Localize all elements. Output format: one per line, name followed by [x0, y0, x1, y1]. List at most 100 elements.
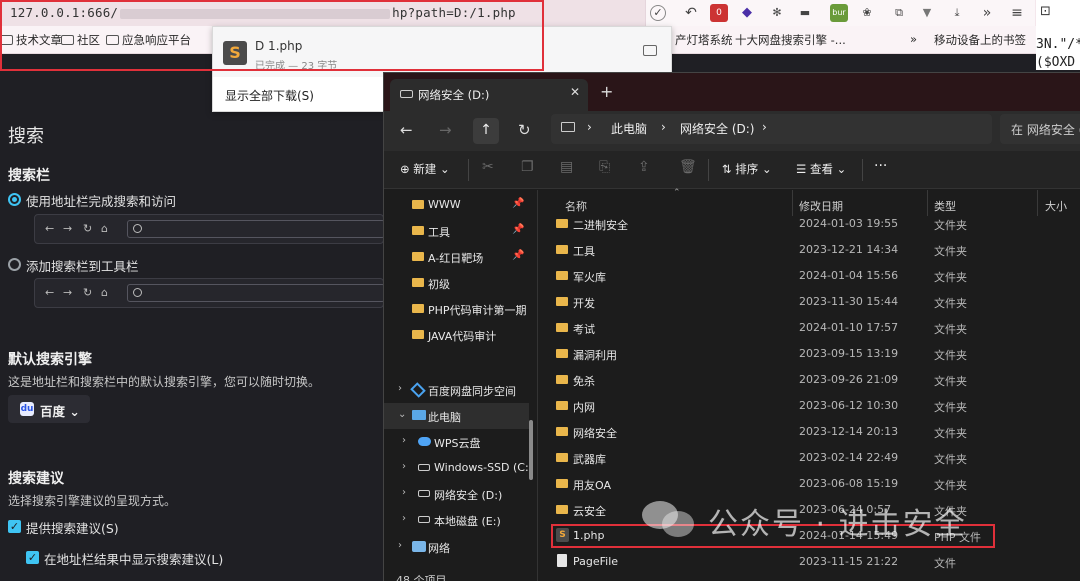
lock-icon: ⊡ — [1040, 4, 1051, 19]
new-button[interactable]: ⊕ 新建 ⌄ — [400, 161, 450, 177]
breadcrumb-this-pc[interactable]: 此电脑 — [611, 120, 647, 137]
chevron-right-icon[interactable]: › — [762, 120, 767, 134]
explorer-navbar: ← → ↑ ↻ › 此电脑 › 网络安全 (D:) › 在 网络安全 ( — [384, 111, 1080, 151]
file-row[interactable]: 漏洞利用 2023-09-15 13:19 文件夹 — [539, 341, 1080, 367]
preview-url-field — [127, 220, 385, 238]
radio-address-bar[interactable] — [8, 193, 21, 206]
open-folder-icon[interactable] — [643, 45, 657, 56]
download-icon[interactable]: ⤓ — [948, 4, 966, 22]
cut-icon[interactable]: ✂ — [482, 159, 494, 175]
file-row[interactable]: 二进制安全 2024-01-03 19:55 文件夹 — [539, 211, 1080, 237]
share-icon[interactable]: ⇪ — [638, 159, 650, 175]
close-tab-icon[interactable]: ✕ — [570, 85, 580, 99]
nav-item-network[interactable]: › 网络 — [384, 534, 529, 560]
nav-item-www[interactable]: WWW 📌 — [384, 192, 529, 218]
puzzle-icon[interactable]: ⧉ — [890, 4, 908, 22]
flower-icon[interactable]: ❀ — [858, 4, 876, 22]
explorer-tab[interactable]: 网络安全 (D:) ✕ — [390, 79, 588, 111]
back-icon[interactable]: ← — [400, 121, 413, 139]
nav-item-this-pc[interactable]: ⌄ 此电脑 — [384, 403, 529, 429]
bookmarks-overflow-icon[interactable]: » — [910, 32, 917, 46]
overflow-chevron-icon[interactable]: » — [978, 4, 996, 22]
engine-select[interactable]: du 百度 ⌄ — [8, 395, 90, 423]
show-in-address-label: 在地址栏结果中显示搜索建议(L) — [44, 552, 224, 567]
nav-item-wps[interactable]: › WPS云盘 — [384, 429, 529, 455]
nav-item-java-audit[interactable]: JAVA代码审计 — [384, 322, 529, 348]
show-all-downloads[interactable]: 显示全部下载(S) — [225, 87, 314, 104]
more-options-icon[interactable]: ··· — [874, 158, 887, 174]
explorer-address-bar[interactable]: › 此电脑 › 网络安全 (D:) › — [551, 114, 992, 144]
file-row[interactable]: 内网 2023-06-12 10:30 文件夹 — [539, 393, 1080, 419]
highlight-url-box — [0, 0, 544, 71]
nav-pane-scrollbar[interactable] — [529, 420, 533, 480]
copy-icon[interactable]: ❐ — [521, 159, 534, 175]
file-row[interactable]: PageFile 2023-11-15 21:22 文件 — [539, 549, 1080, 575]
checkbox-show-in-address[interactable]: ✓ — [26, 551, 39, 564]
pin-icon: 📌 — [512, 198, 525, 209]
back-arrow-icon[interactable]: ↶ — [682, 4, 700, 22]
forward-icon: → — [63, 286, 73, 299]
folder-icon — [412, 278, 424, 287]
refresh-icon[interactable]: ↻ — [518, 121, 531, 139]
burp-icon[interactable]: bur — [830, 4, 848, 22]
explorer-search[interactable]: 在 网络安全 ( — [1000, 114, 1080, 144]
nav-item-drive-c[interactable]: › Windows-SSD (C:) — [384, 455, 533, 481]
view-button[interactable]: ☰ 查看 ⌄ — [796, 161, 846, 177]
triangle-icon[interactable]: ▼ — [918, 4, 936, 22]
nav-item-baidu-sync[interactable]: › 百度网盘同步空间 — [384, 377, 529, 403]
folder-icon — [556, 219, 568, 228]
sort-button[interactable]: ⇅ 排序 ⌄ — [722, 161, 772, 177]
delete-icon[interactable]: 🗑 — [679, 159, 697, 175]
address-bar-preview: ← → ↻ ⌂ — [34, 214, 385, 244]
radio-toolbar[interactable] — [8, 258, 21, 271]
gear-ext-icon[interactable]: ✻ — [768, 4, 786, 22]
drive-icon — [418, 516, 430, 523]
file-row[interactable]: 考试 2024-01-10 17:57 文件夹 — [539, 315, 1080, 341]
up-icon[interactable]: ↑ — [473, 118, 499, 144]
paste-icon[interactable]: ▤ — [560, 159, 573, 175]
bookmark-netdisk[interactable]: 十大网盘搜索引擎 -... — [735, 32, 846, 48]
file-row[interactable]: 开发 2023-11-30 15:44 文件夹 — [539, 289, 1080, 315]
rename-icon[interactable]: ⎘ — [599, 159, 610, 175]
file-row[interactable]: 武器库 2023-02-14 22:49 文件夹 — [539, 445, 1080, 471]
file-row[interactable]: 网络安全 2023-12-14 20:13 文件夹 — [539, 419, 1080, 445]
explorer-toolbar: ⊕ 新建 ⌄ ✂ ❐ ▤ ⎘ ⇪ 🗑 ⇅ 排序 ⌄ ☰ 查看 ⌄ ··· — [384, 151, 1080, 189]
bookmark-mobile[interactable]: 移动设备上的书签 — [934, 32, 1026, 48]
file-row[interactable]: 用友OA 2023-06-08 15:19 文件夹 — [539, 471, 1080, 497]
option-toolbar-label: 添加搜索栏到工具栏 — [26, 259, 139, 274]
new-tab-icon[interactable]: + — [600, 82, 613, 101]
preview-url-field — [127, 284, 385, 302]
file-row[interactable]: 军火库 2024-01-04 15:56 文件夹 — [539, 263, 1080, 289]
chevron-right-icon: › — [402, 435, 406, 446]
bookmark-lighthouse[interactable]: 产灯塔系统 — [675, 32, 733, 48]
folder-icon — [556, 271, 568, 280]
cube-icon[interactable]: ◆ — [738, 4, 756, 22]
nav-item-range[interactable]: A-红日靶场 📌 — [384, 244, 529, 270]
hat-icon[interactable]: ▬ — [796, 4, 814, 22]
breadcrumb-drive[interactable]: 网络安全 (D:) — [680, 120, 754, 137]
nav-item-php-audit[interactable]: PHP代码审计第一期 — [384, 296, 529, 322]
nav-item-basic[interactable]: 初级 — [384, 270, 529, 296]
chevron-right-icon: › — [398, 383, 402, 394]
nav-item-drive-d[interactable]: › 网络安全 (D:) — [384, 481, 529, 507]
chevron-right-icon: › — [587, 120, 592, 134]
home-icon: ⌂ — [101, 222, 108, 235]
navigation-pane: WWW 📌 工具 📌 A-红日靶场 📌 初级 PHP代码审计第一期 JAVA代码审计 … — [384, 190, 538, 581]
folder-icon — [556, 401, 568, 410]
drive-icon — [418, 490, 430, 497]
file-row[interactable]: 免杀 2023-09-26 21:09 文件夹 — [539, 367, 1080, 393]
checkbox-provide-suggest[interactable]: ✓ — [8, 520, 21, 533]
baidu-icon: du — [20, 402, 34, 416]
menu-icon[interactable]: ≡ — [1008, 4, 1026, 22]
nav-item-drive-e[interactable]: › 本地磁盘 (E:) — [384, 507, 529, 533]
pocket-icon[interactable]: ✓ — [650, 5, 666, 21]
toolbar-preview: ← → ↻ ⌂ — [34, 278, 385, 308]
forward-icon[interactable]: → — [439, 121, 452, 139]
folder-icon — [556, 349, 568, 358]
folder-icon — [556, 375, 568, 384]
folder-icon — [556, 479, 568, 488]
ext-badge-icon[interactable]: 0 — [710, 4, 728, 22]
nav-item-tools[interactable]: 工具 📌 — [384, 218, 529, 244]
folder-icon — [556, 505, 568, 514]
file-row[interactable]: 工具 2023-12-21 14:34 文件夹 — [539, 237, 1080, 263]
